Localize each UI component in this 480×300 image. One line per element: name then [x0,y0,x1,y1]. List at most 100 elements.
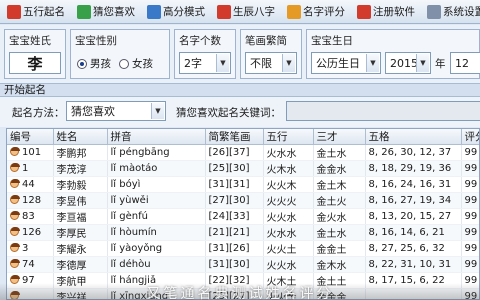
cell-five-grids: 8, 16, 14, 6, 21 [365,224,462,241]
column-header-id[interactable]: 编号 [7,129,54,145]
keyword-input[interactable] [286,101,480,121]
cell-three-talents: 金土木 [313,176,366,193]
toolbar-label: 生辰八字 [233,6,275,18]
table-header-row: 编号 姓名 拼音 简繁笔画 五行 三才 五格 评分 [7,129,479,145]
toolbar-label: 注册软件 [373,6,415,18]
table-row[interactable]: 83 李亘福 lǐ gènfú [24][33] 火火水 金火水 8, 13, 20, 15… [7,208,479,225]
toolbar-label: 名字评分 [303,6,345,18]
column-header-pinyin[interactable]: 拼音 [107,129,206,145]
stroke-value: 不限 [250,57,272,70]
chevron-down-icon[interactable]: ▼ [366,54,379,72]
gender-male-radio[interactable]: 男孩 [77,56,111,71]
cell-three-talents: 金土水 [313,224,366,241]
column-header-strokes[interactable]: 简繁笔画 [205,129,264,145]
cell-strokes: [25][30] [205,160,264,177]
cell-pinyin: lǐ bóyì [107,176,206,193]
cell-three-talents: 金金土 [313,240,366,257]
cell-pinyin: lǐ màotáo [107,160,206,177]
method-row: 起名方法： 猜您喜欢 ▼ 猜您喜欢起名关键词： [0,97,480,127]
baby-face-icon [10,179,20,188]
cell-pinyin: lǐ gènfú [107,208,206,225]
name-count-select[interactable]: 2字 ▼ [179,52,231,74]
cell-five-grids: 8, 13, 20, 15, 27 [365,208,462,225]
row-id-text: 1 [22,163,29,174]
calendar-type-value: 公历生日 [316,57,360,70]
bazi-icon [217,4,231,19]
chevron-down-icon[interactable]: ▼ [216,54,229,72]
toolbar-five-elements-button[interactable]: 五行起名 [3,2,69,22]
toolbar-bazi-button[interactable]: 生辰八字 [213,2,279,22]
cell-three-talents: 金土火 [313,192,366,209]
cell-five-grids: 8, 27, 25, 6, 32 [365,240,462,257]
cell-five-grids: 8, 16, 24, 16, 31 [365,176,462,193]
toolbar-label: 五行起名 [23,6,65,18]
radio-empty-icon [119,58,129,69]
cell-five-elements: 火火水 [263,256,314,273]
cell-strokes: [21][21] [205,224,264,241]
toolbar-guess-like-button[interactable]: 猜您喜欢 [73,2,139,22]
toolbar-high-score-button[interactable]: 高分模式 [143,2,209,22]
cell-three-talents: 金金水 [313,160,366,177]
surname-input[interactable]: 李 [9,52,61,74]
calendar-type-select[interactable]: 公历生日 ▼ [311,52,381,74]
birth-year-value: 2015 [390,56,418,70]
column-header-five-grids[interactable]: 五格 [365,129,462,145]
toolbar-label: 高分模式 [163,6,205,18]
baby-face-icon [10,243,20,252]
birth-month-select[interactable]: 12 [450,52,480,74]
row-id-text: 126 [22,227,42,238]
column-header-name[interactable]: 姓名 [53,129,108,145]
chevron-down-icon[interactable]: ▼ [282,54,295,72]
cell-five-elements: 火火水 [263,208,314,225]
name-count-value: 2字 [184,57,202,70]
toolbar-name-score-button[interactable]: 名字评分 [283,2,349,22]
table-row[interactable]: 74 李德厚 lǐ déhòu [31][30] 火火水 金木水 8, 22, 31, 10… [7,256,479,273]
table-row[interactable]: 101 李鹏邦 lǐ péngbāng [26][37] 火水水 金土水 8, 26, 30… [7,144,479,161]
settings-icon [427,4,441,19]
method-select[interactable]: 猜您喜欢 ▼ [66,101,166,121]
cell-id: 126 [7,224,54,241]
cell-score: 99 [461,240,479,257]
high-score-icon [147,4,161,19]
cell-five-elements: 火水水 [263,224,314,241]
table-row[interactable]: 44 李勃毅 lǐ bóyì [31][31] 火火木 金土木 8, 16, 24, 16,… [7,176,479,193]
baby-face-icon [10,211,20,220]
stroke-label: 笔画繁简 [245,35,287,47]
radio-selected-icon [77,58,87,69]
surname-group: 宝宝姓氏 李 [4,29,66,79]
cell-strokes: [31][26] [205,240,264,257]
toolbar-settings-button[interactable]: 系统设置 [423,2,480,22]
row-id-text: 101 [22,147,42,158]
chevron-down-icon[interactable]: ▼ [416,54,429,72]
table-row[interactable]: 3 李耀永 lǐ yàoyǒng [31][26] 火火土 金金土 8, 27, 25, 6… [7,240,479,257]
baby-face-icon [10,227,20,236]
cell-strokes: [31][30] [205,256,264,273]
birth-year-select[interactable]: 2015 ▼ [385,52,431,74]
cell-id: 101 [7,144,54,161]
cell-id: 1 [7,160,54,177]
cell-pinyin: lǐ yùwěi [107,192,206,209]
surname-label: 宝宝姓氏 [9,35,51,47]
cell-score: 99 [461,160,479,177]
row-id-text: 128 [22,195,42,206]
table-row[interactable]: 126 李厚民 lǐ hòumín [21][21] 火水水 金土水 8, 16, 14, … [7,224,479,241]
toolbar-register-button[interactable]: 注册软件 [353,2,419,22]
gender-options: 男孩 女孩 [77,56,153,71]
cell-five-grids: 8, 22, 31, 10, 31 [365,256,462,273]
gender-label: 宝宝性别 [75,35,117,47]
birth-month-value: 12 [455,56,469,70]
gender-female-label: 女孩 [132,58,153,70]
table-row[interactable]: 1 李茂淳 lǐ màotáo [25][30] 火木水 金金水 8, 18, 29, 19… [7,160,479,177]
name-count-group: 名字个数 2字 ▼ [174,29,236,79]
column-header-score[interactable]: 评分 [461,129,479,145]
chevron-down-icon[interactable]: ▼ [151,103,164,119]
baby-face-icon [10,147,20,156]
stroke-select[interactable]: 不限 ▼ [245,52,297,74]
toolbar-label: 系统设置 [443,6,480,18]
table-row[interactable]: 128 李昱伟 lǐ yùwěi [27][30] 火火火 金土火 8, 16, 27, 1… [7,192,479,209]
gender-female-radio[interactable]: 女孩 [119,56,153,71]
column-header-five-elements[interactable]: 五行 [263,129,314,145]
column-header-three-talents[interactable]: 三才 [313,129,366,145]
main-toolbar: 五行起名 猜您喜欢 高分模式 生辰八字 名字评分 注册软件 系统设置 在线 [0,0,480,24]
row-id-text: 83 [22,211,35,222]
